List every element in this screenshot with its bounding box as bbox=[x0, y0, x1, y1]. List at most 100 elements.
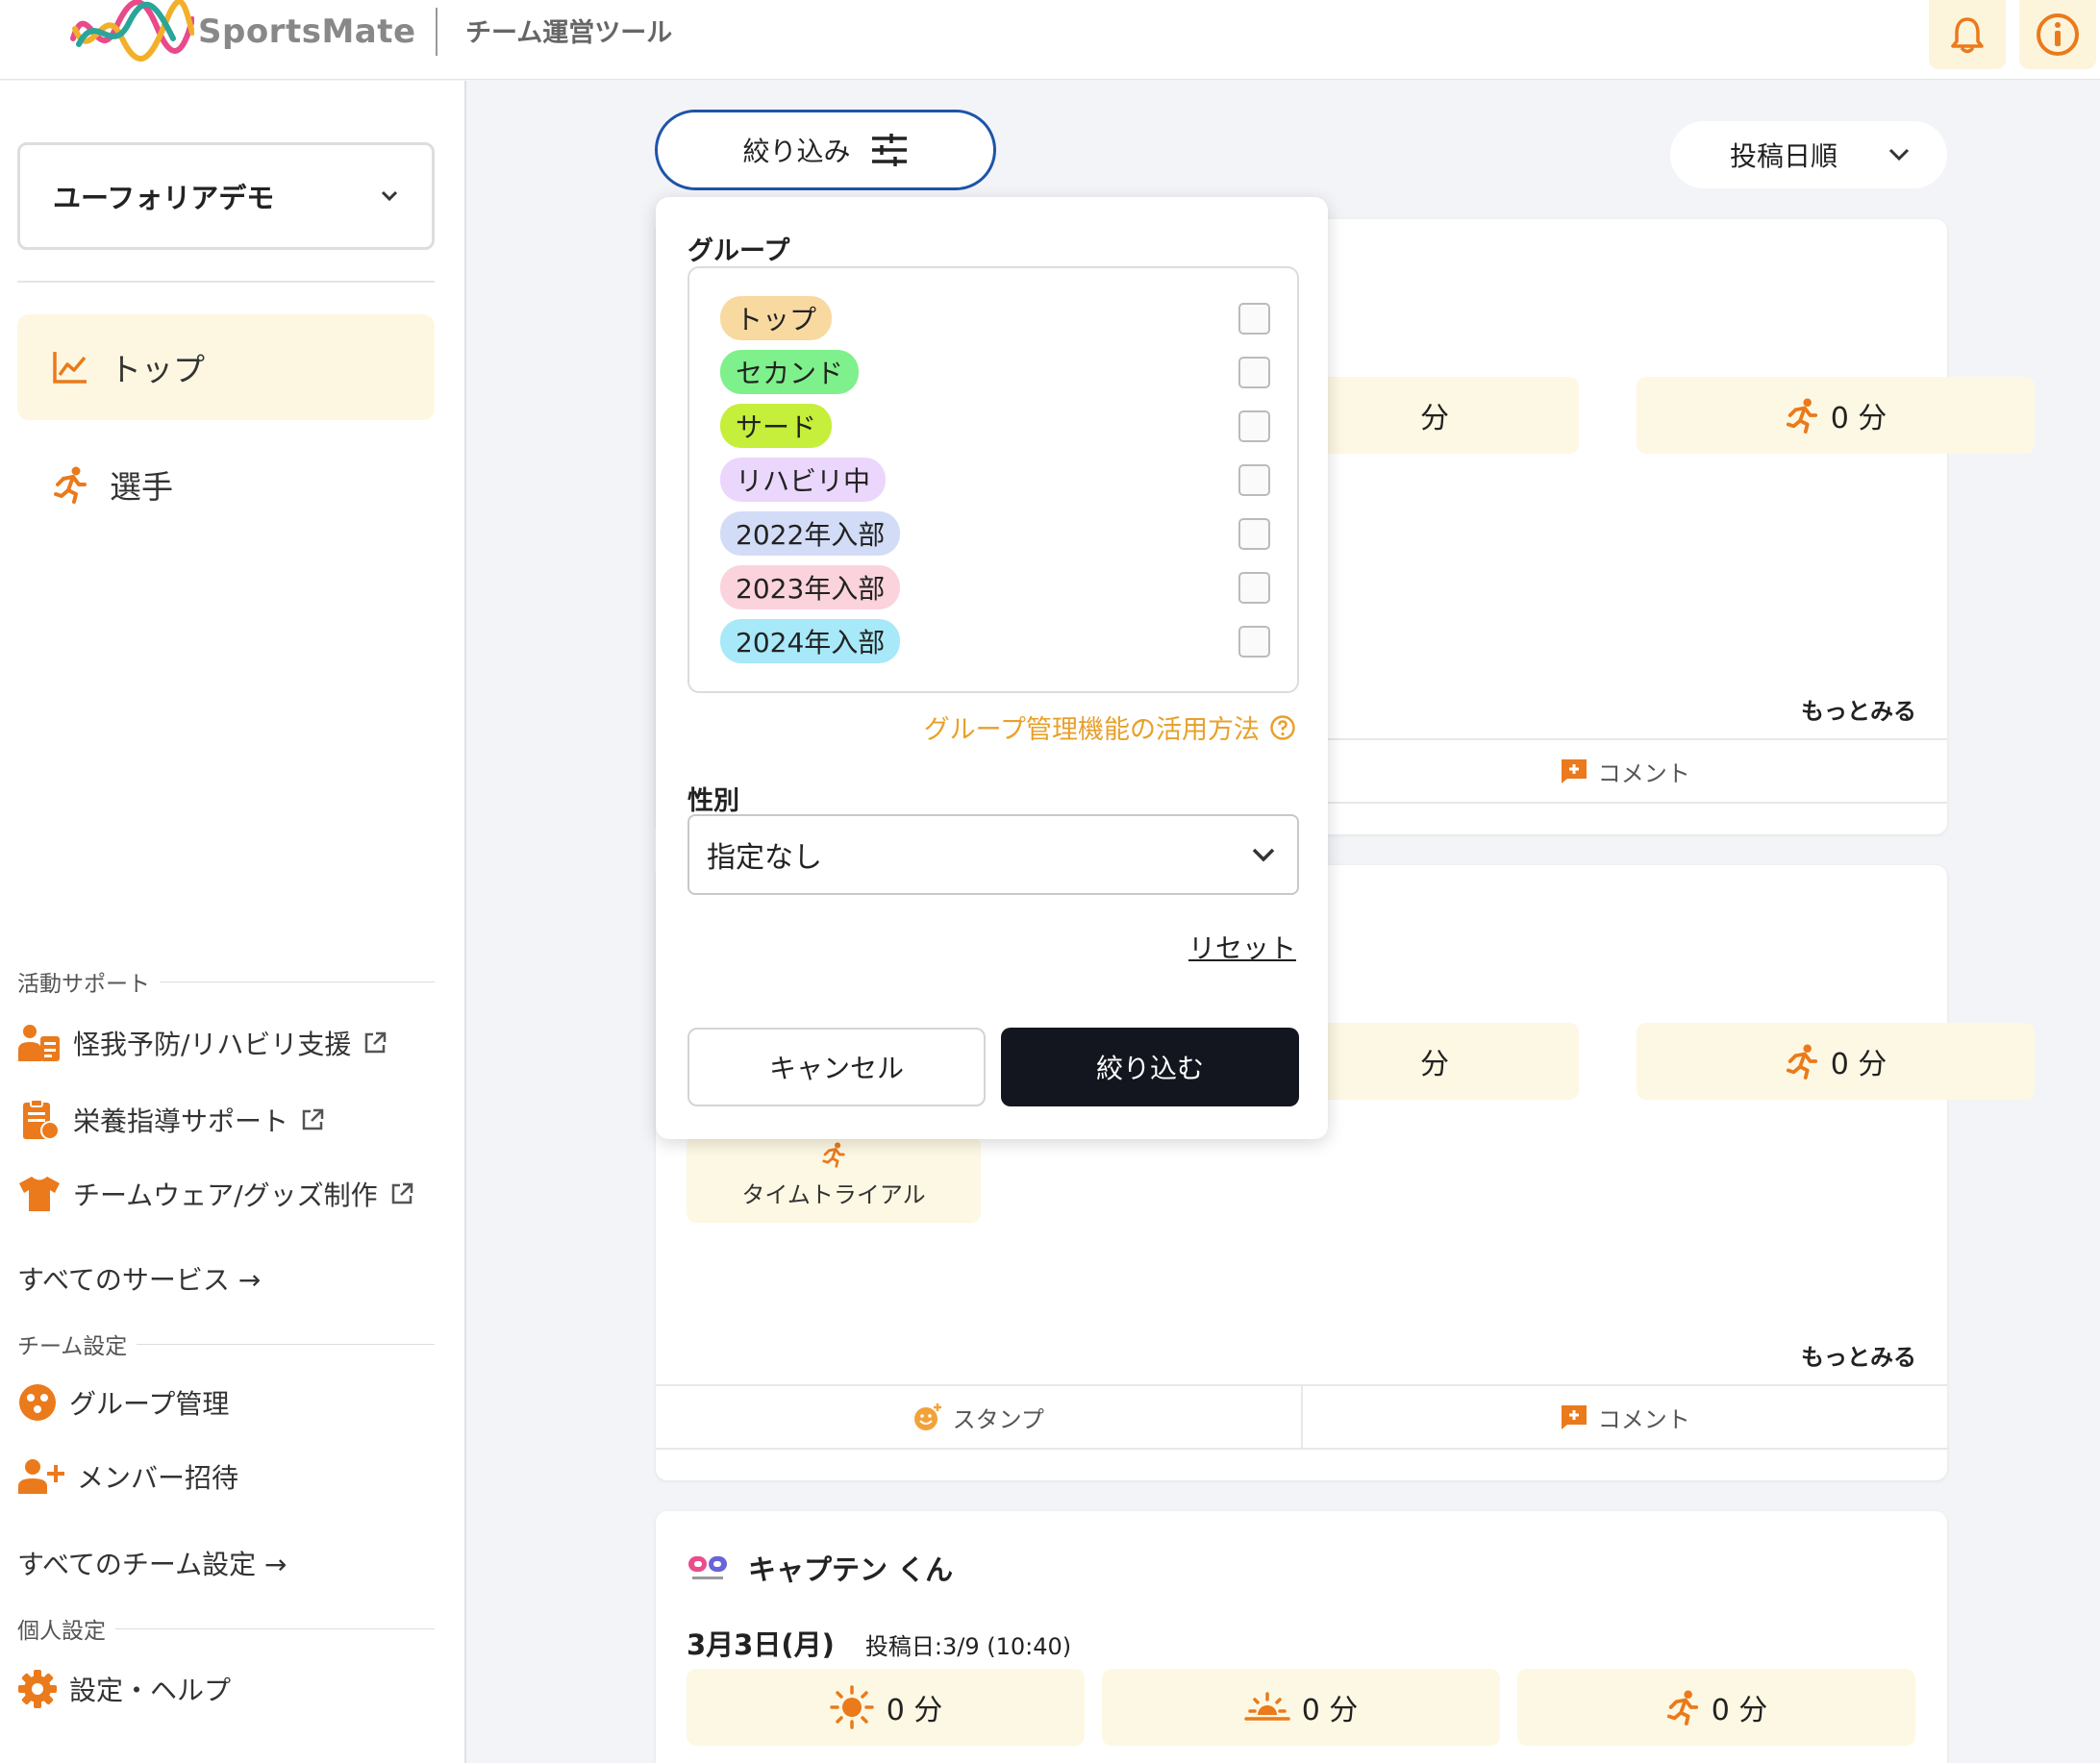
comment-button[interactable]: コメント bbox=[1300, 740, 1948, 802]
team-logo-icon bbox=[688, 1556, 727, 1579]
group-option[interactable]: トップ bbox=[720, 296, 1270, 340]
filter-popover: グループ トップ セカンド サード リハビリ中 2022年入部 2023年入部 … bbox=[656, 197, 1328, 1139]
sidebar-item-teamwear[interactable]: チームウェア/グッズ制作 bbox=[17, 1175, 414, 1213]
group-help-link[interactable]: グループ管理機能の活用方法 bbox=[924, 708, 1296, 746]
stat-partial: 分 bbox=[1290, 377, 1579, 454]
comment-button[interactable]: コメント bbox=[1300, 1386, 1948, 1448]
sidebar-item-injury-support[interactable]: 怪我予防/リハビリ支援 bbox=[17, 1023, 388, 1063]
stat-value: 0 分 bbox=[1830, 402, 1888, 435]
external-link-icon bbox=[391, 1182, 412, 1204]
external-link-icon bbox=[302, 1108, 324, 1130]
sidebar-item-settings-help[interactable]: 設定・ヘルプ bbox=[17, 1669, 231, 1709]
group-chip: セカンド bbox=[720, 350, 860, 394]
sort-select[interactable]: 投稿日順 bbox=[1670, 121, 1947, 188]
group-option[interactable]: セカンド bbox=[720, 350, 1270, 394]
sidebar-item-label: 怪我予防/リハビリ支援 bbox=[73, 1029, 352, 1060]
notification-button[interactable] bbox=[1929, 0, 2006, 69]
header-divider bbox=[436, 8, 438, 56]
comment-icon bbox=[1561, 759, 1587, 783]
gender-select-value: 指定なし bbox=[707, 841, 822, 875]
sidebar-item-nutrition[interactable]: 栄養指導サポート bbox=[17, 1099, 325, 1141]
section-title: 個人設定 bbox=[17, 1619, 106, 1644]
stat-run: 0 分 bbox=[1637, 1023, 2035, 1100]
comment-icon bbox=[1561, 1405, 1587, 1429]
all-services-link[interactable]: すべてのサービス → bbox=[17, 1259, 261, 1298]
all-team-settings-link[interactable]: すべてのチーム設定 → bbox=[17, 1544, 287, 1582]
sidebar-item-label: 栄養指導サポート bbox=[73, 1105, 289, 1137]
group-chip: トップ bbox=[720, 296, 833, 340]
runner-icon bbox=[1786, 398, 1817, 434]
add-user-icon bbox=[18, 1459, 64, 1494]
post-author[interactable]: キャプテン くん bbox=[687, 1548, 953, 1588]
group-checkbox[interactable] bbox=[1238, 410, 1270, 442]
sidebar-item-group-management[interactable]: グループ管理 bbox=[17, 1382, 229, 1423]
logo-wave-icon bbox=[70, 0, 194, 62]
stat-sunset: 0 分 bbox=[1102, 1669, 1500, 1746]
activity-badge: タイムトライアル bbox=[687, 1136, 981, 1223]
group-checkbox[interactable] bbox=[1238, 463, 1270, 496]
chevron-down-icon bbox=[381, 190, 398, 202]
group-list: トップ セカンド サード リハビリ中 2022年入部 2023年入部 2024年… bbox=[688, 266, 1299, 693]
filter-button[interactable]: 絞り込み bbox=[655, 110, 996, 190]
sidebar-item-label: トップ bbox=[110, 351, 205, 388]
group-option[interactable]: 2023年入部 bbox=[720, 565, 1270, 609]
sunset-icon bbox=[1243, 1692, 1290, 1721]
chevron-down-icon bbox=[1888, 148, 1910, 161]
logo[interactable]: SportsMate bbox=[69, 0, 416, 63]
gear-icon bbox=[18, 1670, 57, 1708]
comment-label: コメント bbox=[1597, 1405, 1690, 1433]
section-team-settings: チーム設定 bbox=[17, 1328, 435, 1360]
section-title: チーム設定 bbox=[17, 1334, 128, 1359]
stat-value: 0 分 bbox=[1711, 1694, 1768, 1727]
sun-icon bbox=[829, 1685, 874, 1729]
post-card: キャプテン くん 3月3日(月) 投稿日:3/9 (10:40) 0 分 0 分 bbox=[656, 1511, 1947, 1763]
runner-icon bbox=[54, 466, 87, 504]
group-chip: サード bbox=[720, 404, 833, 448]
stat-value: 0 分 bbox=[886, 1694, 943, 1727]
stat-value: 0 分 bbox=[1301, 1694, 1359, 1727]
logo-text: SportsMate bbox=[198, 12, 416, 51]
smile-stamp-icon bbox=[913, 1403, 941, 1430]
stat-partial: 分 bbox=[1290, 1023, 1579, 1100]
apply-filter-button[interactable]: 絞り込む bbox=[1001, 1028, 1299, 1106]
group-chip: リハビリ中 bbox=[720, 458, 887, 502]
group-option[interactable]: リハビリ中 bbox=[720, 458, 1270, 502]
comment-label: コメント bbox=[1597, 759, 1690, 787]
sidebar-divider bbox=[17, 281, 435, 283]
runner-icon bbox=[1786, 1044, 1817, 1080]
group-option[interactable]: 2024年入部 bbox=[720, 619, 1270, 663]
sidebar-item-label: 設定・ヘルプ bbox=[69, 1675, 232, 1706]
sidebar-item-players[interactable]: 選手 bbox=[17, 446, 435, 523]
stamp-button[interactable]: スタンプ bbox=[656, 1386, 1301, 1448]
team-select-value: ユーフォリアデモ bbox=[53, 182, 275, 214]
stamp-label: スタンプ bbox=[952, 1405, 1044, 1433]
info-button[interactable] bbox=[2019, 0, 2096, 69]
tshirt-icon bbox=[19, 1177, 60, 1211]
reset-link[interactable]: リセット bbox=[1188, 928, 1296, 966]
group-checkbox[interactable] bbox=[1238, 356, 1270, 388]
posted-date: 投稿日:3/9 (10:40) bbox=[864, 1633, 1072, 1660]
sliders-icon bbox=[871, 134, 907, 166]
section-personal-settings: 個人設定 bbox=[17, 1612, 435, 1645]
sidebar-item-invite-member[interactable]: メンバー招待 bbox=[17, 1457, 238, 1496]
sidebar: ユーフォリアデモ トップ 選手 活動サポート 怪我予防/リハビリ支援 栄養指導サ… bbox=[0, 81, 466, 1763]
stat-run: 0 分 bbox=[1517, 1669, 1915, 1746]
section-title: 活動サポート bbox=[17, 972, 150, 997]
sidebar-item-top[interactable]: トップ bbox=[17, 314, 435, 420]
sidebar-item-label: グループ管理 bbox=[69, 1388, 230, 1420]
help-link-label: グループ管理機能の活用方法 bbox=[923, 715, 1260, 745]
author-name: キャプテン くん bbox=[748, 1553, 954, 1586]
see-more-link[interactable]: もっとみる bbox=[1801, 692, 1916, 726]
group-checkbox[interactable] bbox=[1238, 625, 1270, 658]
group-option[interactable]: サード bbox=[720, 404, 1270, 448]
group-option[interactable]: 2022年入部 bbox=[720, 511, 1270, 556]
group-chip: 2023年入部 bbox=[720, 565, 901, 609]
chevron-down-icon bbox=[1252, 848, 1275, 862]
team-select[interactable]: ユーフォリアデモ bbox=[17, 142, 435, 250]
gender-select[interactable]: 指定なし bbox=[688, 814, 1299, 895]
see-more-link[interactable]: もっとみる bbox=[1801, 1338, 1916, 1372]
cancel-button[interactable]: キャンセル bbox=[688, 1028, 986, 1106]
group-checkbox[interactable] bbox=[1238, 302, 1270, 335]
group-checkbox[interactable] bbox=[1238, 571, 1270, 604]
group-checkbox[interactable] bbox=[1238, 517, 1270, 550]
